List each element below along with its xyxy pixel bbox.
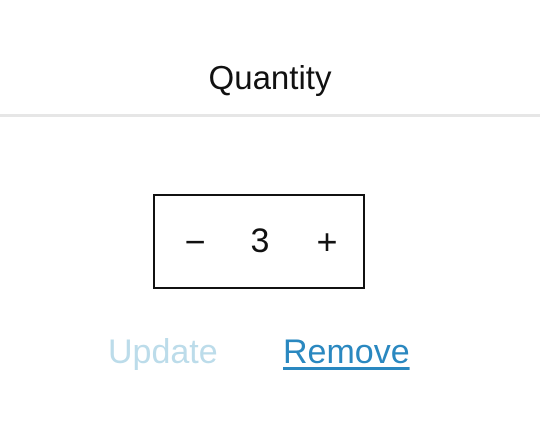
increment-button[interactable]: + xyxy=(292,196,362,287)
remove-link[interactable]: Remove xyxy=(283,330,410,374)
actions-row: Update Remove xyxy=(0,330,540,374)
quantity-value[interactable]: 3 xyxy=(225,196,295,287)
quantity-editor: Quantity − 3 + Update Remove xyxy=(0,0,540,421)
page-title: Quantity xyxy=(208,59,332,96)
decrement-button[interactable]: − xyxy=(160,196,230,287)
quantity-stepper: − 3 + xyxy=(153,194,365,289)
update-button[interactable]: Update xyxy=(108,330,218,374)
header: Quantity xyxy=(0,0,540,117)
